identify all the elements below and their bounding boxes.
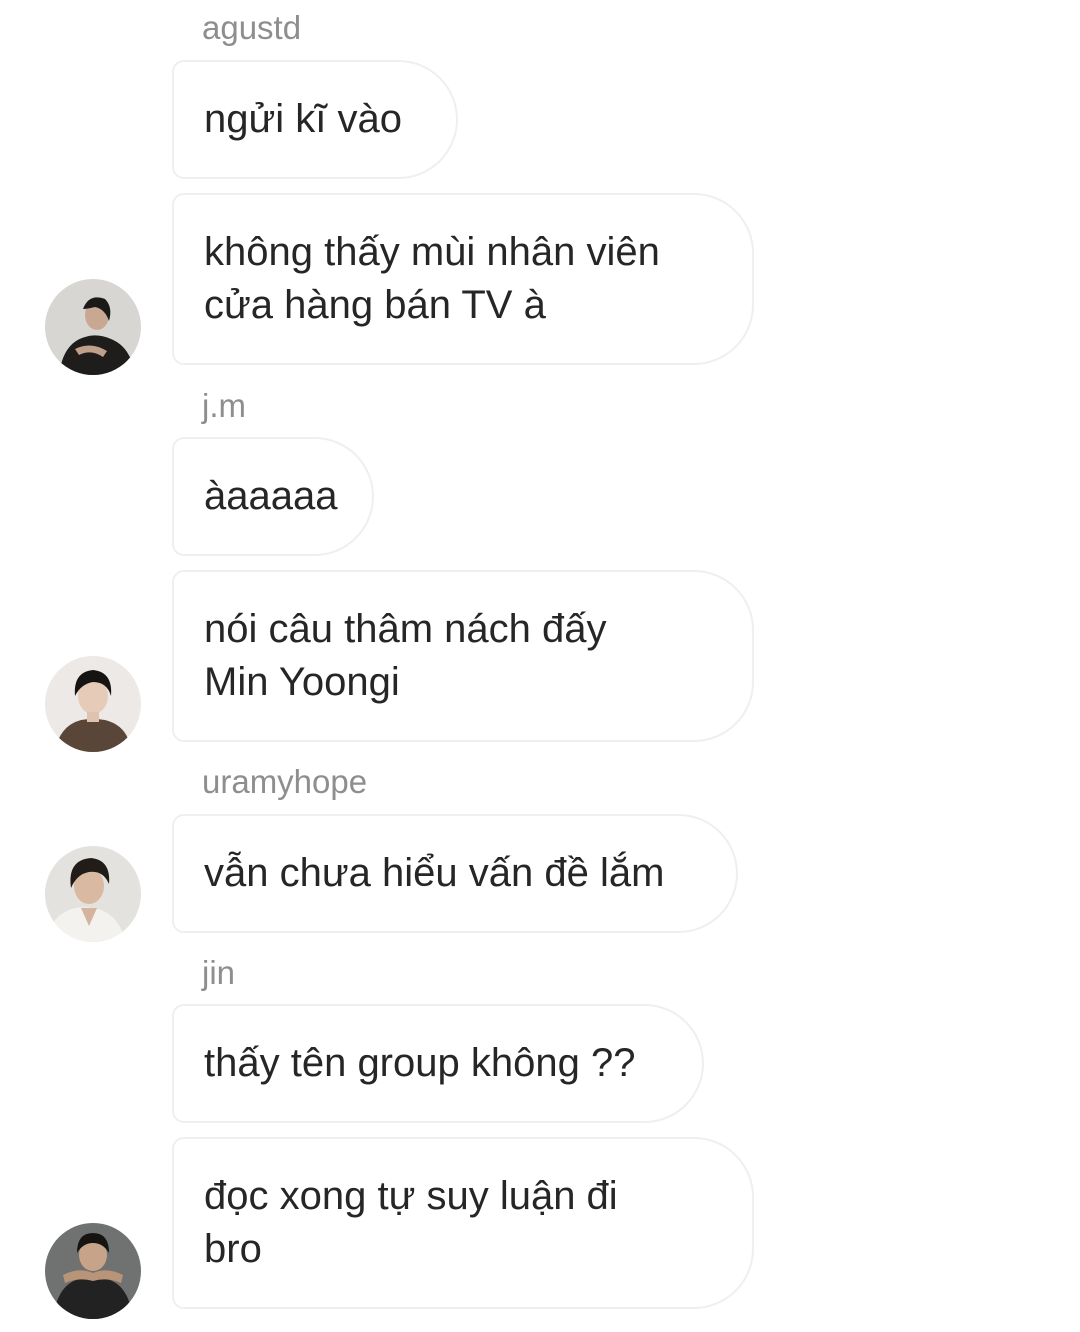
message-text: ngửi kĩ vào — [204, 97, 402, 141]
avatar[interactable] — [45, 656, 141, 752]
avatar[interactable] — [45, 279, 141, 375]
sender-name: jin — [202, 954, 236, 991]
message-text: vẫn chưa hiểu vấn đề lắm — [204, 851, 665, 895]
avatar-photo — [45, 1223, 141, 1319]
message-bubble[interactable]: àaaaaa — [172, 437, 374, 556]
message-text: nói câu thâm nách đấy Min Yoongi — [204, 607, 607, 704]
avatar[interactable] — [45, 846, 141, 942]
message-text: thấy tên group không ?? — [204, 1041, 636, 1085]
avatar[interactable] — [45, 1223, 141, 1319]
message-bubble[interactable]: ngửi kĩ vào — [172, 60, 458, 179]
avatar-photo — [45, 279, 141, 375]
message-bubble[interactable]: nói câu thâm nách đấy Min Yoongi — [172, 570, 754, 742]
avatar-photo — [45, 656, 141, 752]
sender-name: j.m — [202, 387, 246, 424]
message-bubble[interactable]: thấy tên group không ?? — [172, 1004, 704, 1123]
message-bubble[interactable]: vẫn chưa hiểu vấn đề lắm — [172, 814, 738, 933]
avatar-photo — [45, 846, 141, 942]
message-text: đọc xong tự suy luận đi bro — [204, 1174, 618, 1271]
sender-name: agustd — [202, 9, 302, 46]
message-bubble[interactable]: đọc xong tự suy luận đi bro — [172, 1137, 754, 1309]
message-bubble[interactable]: không thấy mùi nhân viên cửa hàng bán TV… — [172, 193, 754, 365]
message-text: àaaaaa — [204, 474, 338, 518]
sender-name: uramyhope — [202, 763, 368, 800]
message-text: không thấy mùi nhân viên cửa hàng bán TV… — [204, 230, 660, 327]
